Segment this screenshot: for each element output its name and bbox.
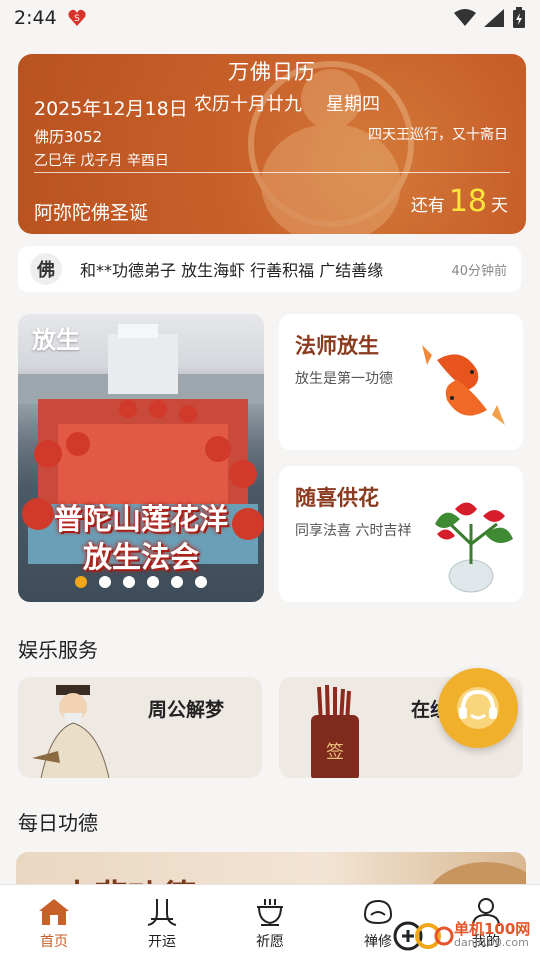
countdown-suffix: 天 [491,196,508,216]
banner-caption: 普陀山莲花洋 放生法会 [18,500,264,576]
lunar-date: 农历十月廿九 [194,94,302,115]
buddhist-year: 佛历3052 [34,128,103,146]
ganzhi-date: 乙巳年 戊子月 辛酉日 [34,153,169,169]
koi-fish-icon [422,345,505,425]
svg-text:签: 签 [326,742,344,763]
merit-ticker[interactable]: 佛 和**功德弟子 放生海虾 行善积福 广结善缘 40分钟前 [18,246,521,292]
nav-label: 首页 [40,934,68,950]
luck-icon [145,895,179,929]
nav-label: 禅修 [364,934,392,950]
nav-home[interactable]: 首页 [0,885,108,960]
card-subtitle: 同享法喜 六时吉祥 [295,523,412,539]
card-title: 法师放生 [295,333,379,358]
anthurium-flower-icon [435,502,513,593]
svg-text:S: S [74,14,80,24]
section-title-entertainment: 娱乐服务 [18,638,98,662]
banner-caption-line2: 放生法会 [82,540,199,574]
card-title: 随喜供花 [295,485,379,510]
app-notification-icon: S [68,9,86,27]
carousel-indicator [18,576,264,588]
home-icon [37,895,71,929]
calendar-title: 万佛日历 [228,60,316,84]
divider [34,172,510,173]
fortune-sticks-icon: 签 [311,684,359,778]
countdown-days: 18 [448,184,487,219]
buddha-badge-icon: 佛 [30,253,62,285]
status-time: 2:44 [14,7,57,29]
sage-icon [32,685,110,778]
upcoming-festival: 阿弥陀佛圣诞 [34,202,149,224]
signal-icon [484,9,504,27]
master-release-card[interactable]: 法师放生 放生是第一功德 [279,314,523,450]
carousel-dot[interactable] [75,576,87,588]
ticker-time: 40分钟前 [451,263,507,279]
weekday: 星期四 [326,94,380,115]
battery-icon [513,7,525,28]
observance-text: 四天王巡行，又十斋日 [368,127,508,143]
watermark-url: danji100.com [454,936,529,949]
countdown-prefix: 还有 [410,196,445,216]
banner-label: 放生 [32,326,80,354]
incense-burner-icon [253,895,287,929]
nav-label: 开运 [148,934,176,950]
banner-caption-line1: 普陀山莲花洋 [53,502,228,536]
headset-icon [457,687,499,729]
carousel-dot[interactable] [147,576,159,588]
dream-interpretation-card[interactable]: 周公解梦 [18,677,262,778]
card-subtitle: 放生是第一功德 [295,371,393,387]
ticker-text: 和**功德弟子 放生海虾 行善积福 广结善缘 [80,261,384,280]
festival-countdown: 还有 18 天 [411,184,508,219]
carousel-dot[interactable] [171,576,183,588]
wifi-icon [454,9,476,26]
calendar-date: 2025年12月18日 [34,98,188,120]
carousel-dot[interactable] [195,576,207,588]
section-title-daily-merit: 每日功德 [18,811,98,835]
calendar-card[interactable]: 万佛日历 2025年12月18日 农历十月廿九 星期四 佛历3052 四天王巡行… [18,54,526,234]
nav-label: 祈愿 [256,934,284,950]
carousel-dot[interactable] [99,576,111,588]
status-bar: 2:44 S [0,0,540,36]
release-banner[interactable]: 放生 普陀山莲花洋 放生法会 [18,314,264,602]
carousel-dot[interactable] [123,576,135,588]
nav-prayer[interactable]: 祈愿 [216,885,324,960]
watermark-logo [393,921,454,951]
watermark-name: 单机100网 [454,920,531,938]
meditation-icon [361,895,395,929]
site-watermark: 单机100网 danji100.com [392,916,538,956]
flower-offering-card[interactable]: 随喜供花 同享法喜 六时吉祥 [279,466,523,602]
nav-luck[interactable]: 开运 [108,885,216,960]
card-title: 周公解梦 [148,699,225,721]
customer-service-button[interactable] [438,668,518,748]
